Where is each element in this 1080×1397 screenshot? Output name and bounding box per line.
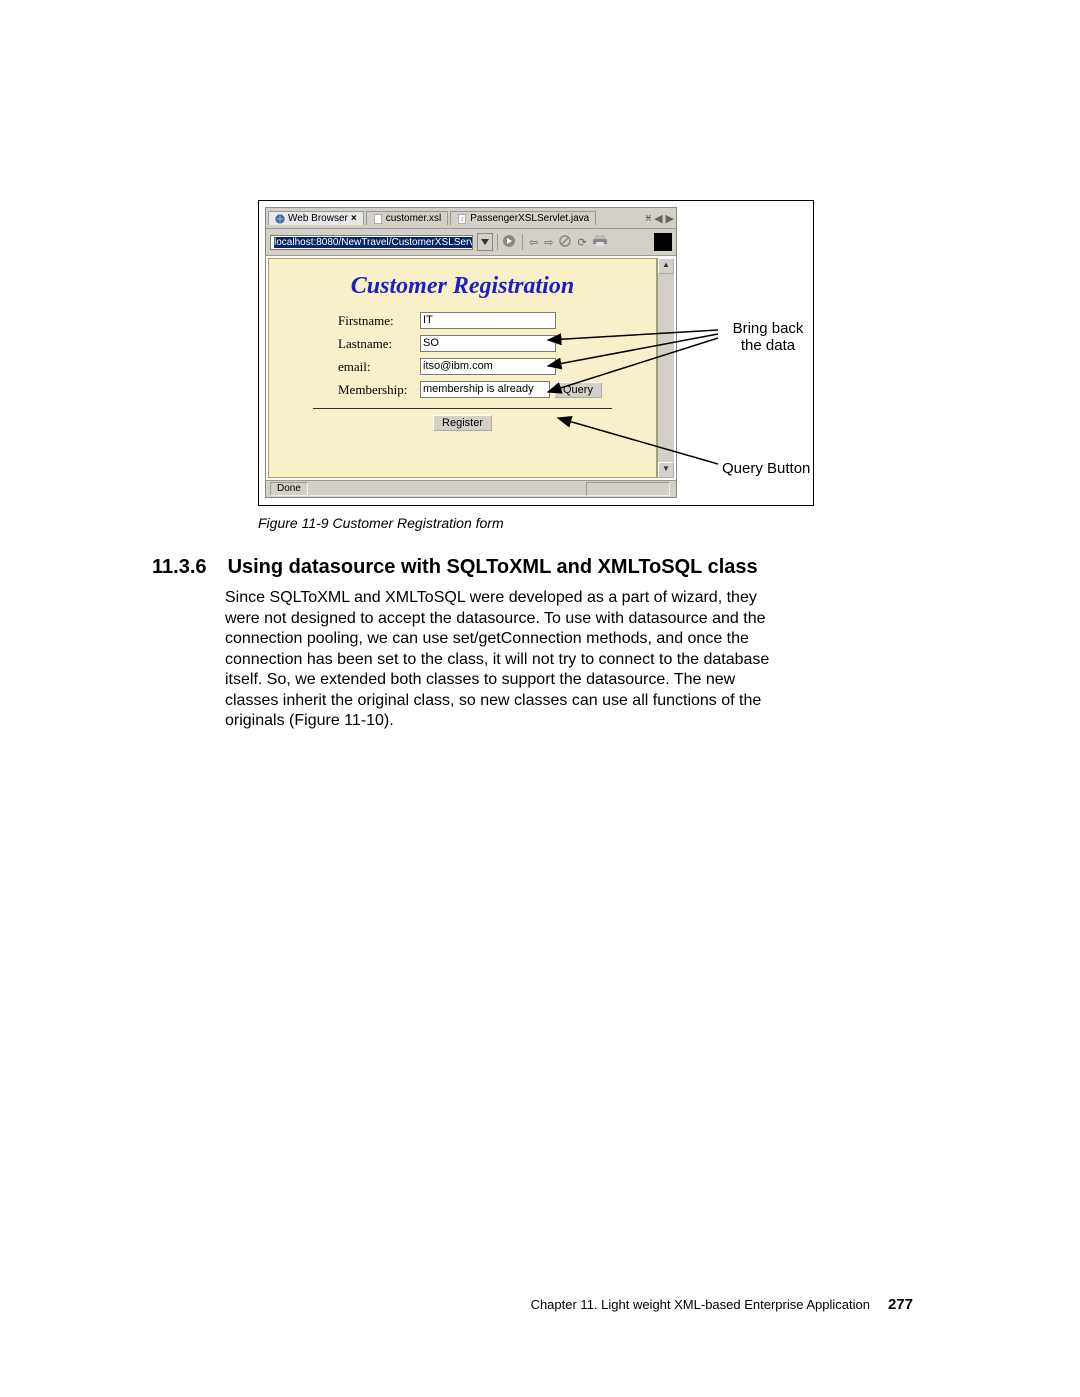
tab-close-icon[interactable]: × [351, 213, 357, 224]
tab-passenger-java[interactable]: J PassengerXSLServlet.java [450, 211, 596, 225]
throbber-icon [654, 233, 672, 251]
membership-input[interactable]: membership is already [420, 381, 550, 398]
register-button[interactable]: Register [433, 415, 492, 431]
address-text: localhost:8080/NewTravel/CustomerXSLServ… [274, 237, 473, 248]
lastname-label: Lastname: [338, 336, 420, 352]
section-body: Since SQLToXML and XMLToSQL were develop… [225, 588, 789, 732]
address-input[interactable]: localhost:8080/NewTravel/CustomerXSLServ… [270, 235, 473, 250]
back-icon[interactable]: ⇦ [529, 236, 538, 249]
figure-caption: Figure 11-9 Customer Registration form [258, 515, 504, 531]
membership-label: Membership: [338, 382, 420, 398]
query-button[interactable]: Query [554, 382, 602, 398]
tab-bar: Web Browser × customer.xsl J PassengerXS… [266, 208, 676, 229]
go-icon[interactable] [502, 234, 516, 251]
form-divider [313, 408, 612, 409]
status-bar: Done [266, 480, 676, 497]
status-text: Done [270, 482, 308, 496]
section-number: 11.3.6 [152, 556, 222, 579]
tab-scroll-left-icon[interactable]: ◀ [654, 212, 662, 225]
email-label: email: [338, 359, 420, 375]
tab-label: customer.xsl [386, 213, 442, 224]
firstname-label: Firstname: [338, 313, 420, 329]
lastname-input[interactable]: SO [420, 335, 556, 352]
print-icon[interactable] [593, 235, 607, 250]
tab-label: PassengerXSLServlet.java [470, 213, 589, 224]
tab-scroll-strike-icon[interactable]: x [646, 212, 652, 224]
refresh-icon[interactable]: ⟳ [577, 236, 586, 249]
section-title: Using datasource with SQLToXML and XMLTo… [228, 556, 758, 578]
caption-text: Customer Registration form [332, 515, 503, 531]
firstname-input[interactable]: IT [420, 312, 556, 329]
address-toolbar: localhost:8080/NewTravel/CustomerXSLServ… [266, 229, 676, 256]
page-footer: Chapter 11. Light weight XML-based Enter… [0, 1296, 1080, 1313]
toolbar-divider [522, 234, 523, 250]
toolbar-divider [497, 234, 498, 250]
footer-chapter: Chapter 11. Light weight XML-based Enter… [531, 1297, 870, 1312]
annotation-query-button: Query Button [722, 460, 810, 477]
java-file-icon: J [457, 214, 467, 224]
stop-icon[interactable] [559, 235, 571, 250]
caption-prefix: Figure 11-9 [258, 515, 332, 531]
document-icon [373, 214, 383, 224]
scroll-up-icon[interactable]: ▲ [658, 258, 674, 274]
tab-label: Web Browser [288, 213, 348, 224]
browser-window: Web Browser × customer.xsl J PassengerXS… [265, 207, 677, 498]
annotation-bring-back: Bring back the data [723, 320, 813, 354]
tab-scroll-right-icon[interactable]: ▶ [666, 212, 674, 225]
footer-page-number: 277 [888, 1296, 913, 1313]
section-heading: 11.3.6 Using datasource with SQLToXML an… [152, 556, 758, 579]
tab-web-browser[interactable]: Web Browser × [268, 211, 364, 225]
page-title: Customer Registration [283, 273, 642, 300]
vertical-scrollbar[interactable]: ▲ ▼ [657, 258, 674, 478]
page-content: Customer Registration Firstname: IT Last… [268, 258, 657, 478]
email-input[interactable]: itso@ibm.com [420, 358, 556, 375]
globe-icon [275, 214, 285, 224]
scroll-down-icon[interactable]: ▼ [658, 462, 674, 478]
forward-icon[interactable]: ⇨ [544, 236, 553, 249]
browser-viewport: Customer Registration Firstname: IT Last… [266, 256, 676, 480]
address-dropdown-icon[interactable] [477, 233, 493, 251]
tab-customer-xsl[interactable]: customer.xsl [366, 211, 449, 225]
